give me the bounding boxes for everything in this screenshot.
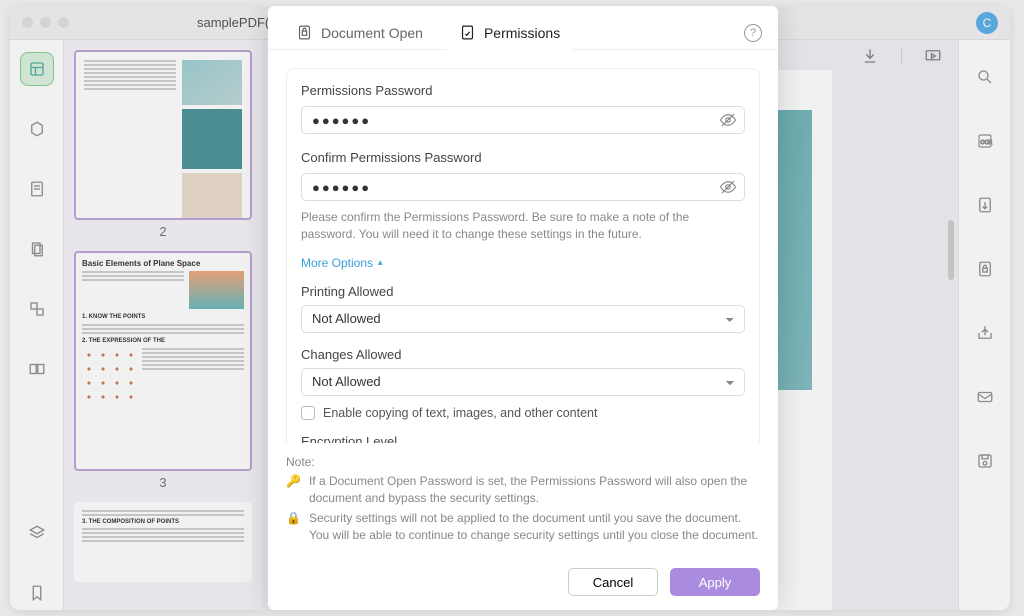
confirm-password-input[interactable] (301, 173, 745, 201)
tab-permissions[interactable]: Permissions (447, 16, 572, 49)
note-text: If a Document Open Password is set, the … (309, 473, 760, 507)
lock-icon: 🔒 (286, 510, 301, 544)
permissions-password-label: Permissions Password (301, 83, 745, 98)
confirm-password-label: Confirm Permissions Password (301, 150, 745, 165)
printing-allowed-label: Printing Allowed (301, 284, 745, 299)
key-icon: 🔑 (286, 473, 301, 507)
more-options-toggle[interactable]: More Options (301, 256, 383, 270)
apply-button[interactable]: Apply (670, 568, 760, 596)
enable-copy-label: Enable copying of text, images, and othe… (323, 406, 597, 420)
confirm-hint: Please confirm the Permissions Password.… (301, 209, 745, 244)
encryption-level-label: Encryption Level (301, 434, 745, 443)
permissions-dialog: Document Open Permissions ? Permissions … (268, 6, 778, 610)
eye-hidden-icon[interactable] (719, 111, 737, 132)
tab-label: Document Open (321, 25, 423, 41)
cancel-button[interactable]: Cancel (568, 568, 658, 596)
tab-label: Permissions (484, 25, 560, 41)
permissions-password-input[interactable] (301, 106, 745, 134)
enable-copy-checkbox[interactable] (301, 406, 315, 420)
changes-allowed-label: Changes Allowed (301, 347, 745, 362)
note-text: Security settings will not be applied to… (309, 510, 760, 544)
changes-allowed-select[interactable]: Not Allowed (301, 368, 745, 396)
printing-allowed-select[interactable]: Not Allowed (301, 305, 745, 333)
help-icon[interactable]: ? (744, 24, 762, 42)
eye-hidden-icon[interactable] (719, 178, 737, 199)
notes-heading: Note: (286, 455, 760, 469)
tab-document-open[interactable]: Document Open (284, 16, 435, 49)
